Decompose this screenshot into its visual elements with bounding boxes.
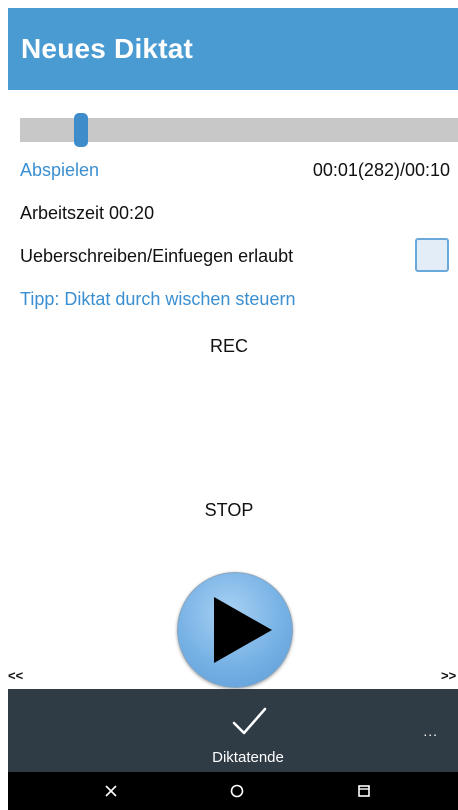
close-icon <box>105 785 117 797</box>
overwrite-label: Ueberschreiben/Einfuegen erlaubt <box>20 246 294 266</box>
tip-text: Tipp: Diktat durch wischen steuern <box>20 289 296 309</box>
stop-button[interactable]: STOP <box>0 500 458 521</box>
overflow-menu-button[interactable]: ... <box>423 723 438 739</box>
dictation-end-button[interactable]: Diktatende <box>178 689 318 772</box>
page-title: Neues Diktat <box>21 33 194 64</box>
home-icon <box>230 784 244 798</box>
checkmark-icon <box>232 707 267 735</box>
play-link[interactable]: Abspielen <box>20 160 99 181</box>
status-bar-space <box>0 0 458 8</box>
previous-button[interactable]: << <box>8 668 23 683</box>
overwrite-checkbox[interactable] <box>415 238 449 272</box>
play-icon <box>214 597 272 663</box>
home-button[interactable] <box>207 772 267 810</box>
seek-bar-thumb[interactable] <box>74 113 88 147</box>
recent-apps-button[interactable] <box>334 772 394 810</box>
time-display: 00:01(282)/00:10 <box>312 160 450 180</box>
system-navigation-bar <box>8 772 458 810</box>
action-bar: Diktatende ... <box>8 689 458 772</box>
dictation-end-label: Diktatende <box>212 749 284 766</box>
rec-button[interactable]: REC <box>0 336 458 357</box>
next-button[interactable]: >> <box>441 668 456 683</box>
close-button[interactable] <box>81 772 141 810</box>
seek-bar[interactable] <box>20 113 458 147</box>
recent-apps-icon <box>358 785 370 797</box>
work-time-label: Arbeitszeit 00:20 <box>20 203 155 223</box>
play-button[interactable] <box>177 572 293 688</box>
app-header: Neues Diktat <box>8 8 458 90</box>
